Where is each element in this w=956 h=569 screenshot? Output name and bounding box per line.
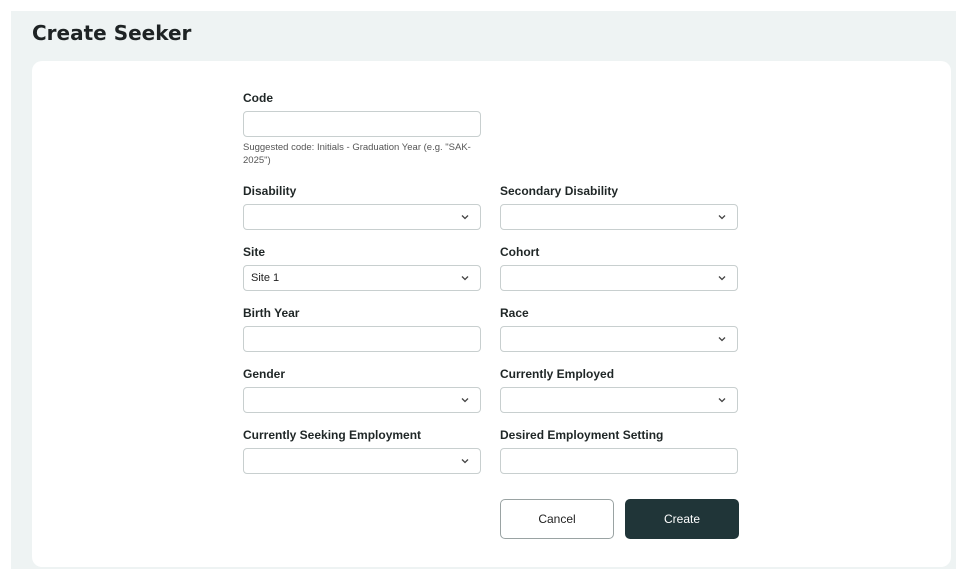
page-title: Create Seeker xyxy=(32,21,192,45)
cancel-button[interactable]: Cancel xyxy=(500,499,614,539)
gender-label: Gender xyxy=(243,367,286,381)
create-button[interactable]: Create xyxy=(625,499,739,539)
secondary-disability-select[interactable] xyxy=(500,204,738,230)
birth-year-label: Birth Year xyxy=(243,306,300,320)
race-label: Race xyxy=(500,306,529,320)
currently-seeking-label: Currently Seeking Employment xyxy=(243,428,422,442)
chevron-down-icon xyxy=(461,215,469,220)
site-label: Site xyxy=(243,245,266,259)
race-select[interactable] xyxy=(500,326,738,352)
desired-setting-label: Desired Employment Setting xyxy=(500,428,664,442)
desired-setting-input[interactable] xyxy=(500,448,738,474)
chevron-down-icon xyxy=(718,276,726,281)
code-label: Code xyxy=(243,91,273,105)
chevron-down-icon xyxy=(718,215,726,220)
currently-employed-select[interactable] xyxy=(500,387,738,413)
cohort-select[interactable] xyxy=(500,265,738,291)
site-select[interactable]: Site 1 xyxy=(243,265,481,291)
chevron-down-icon xyxy=(461,398,469,403)
code-hint: Suggested code: Initials - Graduation Ye… xyxy=(243,142,471,166)
chevron-down-icon xyxy=(718,337,726,342)
page-frame: Create Seeker Code Suggested code: Initi… xyxy=(11,11,956,569)
secondary-disability-label: Secondary Disability xyxy=(500,184,619,198)
currently-seeking-select[interactable] xyxy=(243,448,481,474)
gender-select[interactable] xyxy=(243,387,481,413)
disability-label: Disability xyxy=(243,184,297,198)
chevron-down-icon xyxy=(718,398,726,403)
cohort-label: Cohort xyxy=(500,245,540,259)
site-select-value: Site 1 xyxy=(251,272,280,284)
chevron-down-icon xyxy=(461,276,469,281)
birth-year-input[interactable] xyxy=(243,326,481,352)
currently-employed-label: Currently Employed xyxy=(500,367,615,381)
disability-select[interactable] xyxy=(243,204,481,230)
code-input[interactable] xyxy=(243,111,481,137)
chevron-down-icon xyxy=(461,459,469,464)
form-card: Code Suggested code: Initials - Graduati… xyxy=(32,61,951,567)
